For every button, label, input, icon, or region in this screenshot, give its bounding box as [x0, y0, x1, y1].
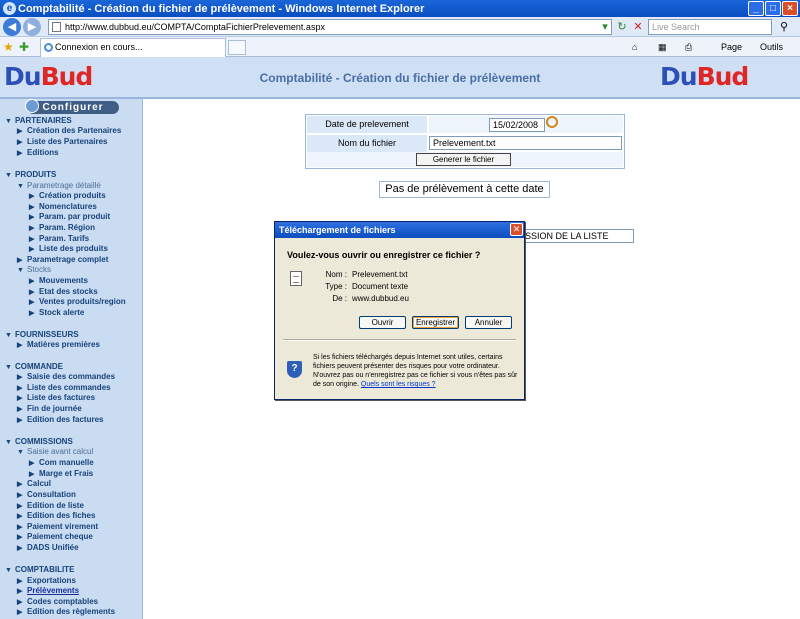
save-button[interactable]: Enregistrer [412, 316, 459, 329]
tab-bar: ★ ✚ Connexion en cours... ⌂ ▦ ⎙ Page Out… [0, 37, 800, 57]
risks-link[interactable]: Quels sont les risques ? [361, 381, 436, 388]
sidebar-section-comptabilite[interactable]: ▼ COMPTABILITE [5, 565, 74, 576]
page-menu[interactable]: Page [721, 40, 742, 54]
type-value: Document texte [352, 282, 409, 291]
sidebar-menu: Configurer ▼ PARTENAIRES ▶ Création des Pa… [0, 99, 143, 619]
dropdown-arrow-icon[interactable]: ▾ [598, 20, 612, 34]
sidebar-item[interactable]: ▶ Liste des factures [17, 393, 95, 404]
from-key: De : [332, 294, 347, 303]
sidebar-item[interactable]: ▶ Stock alerte [29, 308, 84, 319]
url-text: http://www.dubbud.eu/COMPTA/ComptaFichie… [65, 22, 325, 32]
dialog-question: Voulez-vous ouvrir ou enregistrer ce fic… [287, 250, 481, 260]
sidebar-item[interactable]: ▶ Editions [17, 148, 59, 159]
add-favorites-icon[interactable]: ✚ [19, 40, 29, 54]
sidebar-item[interactable]: ▶ Edition des factures [17, 415, 103, 426]
search-date-icon[interactable] [546, 116, 558, 128]
back-button[interactable]: ◀ [3, 18, 21, 36]
page-banner: DuBud Comptabilité - Création du fichier… [0, 57, 800, 99]
sidebar-item[interactable]: ▶ Matières premières [17, 340, 100, 351]
sidebar-item[interactable]: ▶ Fin de journée [17, 404, 82, 415]
tab-label: Connexion en cours... [55, 42, 143, 52]
forward-button[interactable]: ▶ [23, 18, 41, 36]
maximize-button[interactable]: □ [765, 1, 781, 16]
sidebar-group[interactable]: ▼ Saisie avant calcul [17, 447, 93, 458]
shield-icon: ? [287, 361, 302, 378]
sidebar-item[interactable]: ▶ Mouvements [29, 276, 88, 287]
sidebar-item[interactable]: ▶ Ventes produits/region [29, 297, 126, 308]
stop-icon[interactable]: ✕ [631, 20, 645, 34]
dubbud-logo-left: DuBud [4, 62, 93, 91]
tools-menu[interactable]: Outils [760, 40, 783, 54]
url-input[interactable]: http://www.dubbud.eu/COMPTA/ComptaFichie… [48, 19, 612, 35]
window-titlebar: e Comptabilité - Création du fichier de … [0, 0, 800, 17]
sidebar-item[interactable]: ▶ Edition des règlements [17, 607, 115, 618]
print-list-button[interactable]: SSION DE LA LISTE [519, 229, 634, 243]
cancel-button[interactable]: Annuler [465, 316, 512, 329]
configure-button[interactable]: Configurer [25, 99, 119, 114]
filename-label: Nom du fichier [307, 135, 427, 152]
dialog-close-button[interactable]: ✕ [510, 223, 523, 236]
open-button[interactable]: Ouvrir [359, 316, 406, 329]
tab-current[interactable]: Connexion en cours... [40, 38, 226, 57]
sidebar-section-produits[interactable]: ▼ PRODUITS [5, 170, 56, 181]
dialog-title: Téléchargement de fichiers [275, 222, 524, 238]
dubbud-logo-right: DuBud [660, 62, 749, 91]
text-file-icon [290, 271, 302, 286]
ie-logo-icon: e [3, 2, 16, 15]
sidebar-item[interactable]: ▶ Com manuelle [29, 458, 94, 469]
page-icon [52, 22, 61, 32]
date-label: Date de prelevement [307, 116, 427, 133]
minimize-button[interactable]: _ [748, 1, 764, 16]
sidebar-item[interactable]: ▶ Param. par produit [29, 212, 110, 223]
sidebar-item[interactable]: ▶ Création des Partenaires [17, 126, 121, 137]
favorites-star-icon[interactable]: ★ [3, 40, 14, 54]
sidebar-group[interactable]: ▼ Stocks [17, 265, 51, 276]
security-warning: Si les fichiers téléchargés depuis Inter… [313, 354, 518, 388]
loading-icon [44, 43, 53, 52]
search-input[interactable]: Live Search [648, 19, 772, 35]
new-tab-button[interactable] [228, 40, 246, 55]
search-icon[interactable]: ⚲ [775, 19, 793, 35]
filename-field[interactable]: Prelevement.txt [429, 136, 622, 150]
from-value: www.dubbud.eu [352, 294, 409, 303]
close-window-button[interactable]: × [782, 1, 798, 16]
generate-file-button[interactable]: Generer le fichier [416, 153, 511, 166]
sidebar-item[interactable]: ▶ Edition des fiches [17, 511, 95, 522]
sidebar-item[interactable]: ▶ Calcul [17, 479, 51, 490]
sidebar-item[interactable]: ▶ Consultation [17, 490, 76, 501]
home-icon[interactable]: ⌂ [632, 40, 637, 54]
window-title: Comptabilité - Création du fichier de pr… [18, 2, 425, 15]
page-title: Comptabilité - Création du fichier de pr… [259, 71, 541, 85]
sidebar-item[interactable]: ▶ Paiement cheque [17, 532, 93, 543]
no-result-message: Pas de prélèvement à cette date [379, 181, 550, 198]
download-dialog: Téléchargement de fichiers ✕ Voulez-vous… [274, 221, 525, 400]
sidebar-item[interactable]: ▶ Création produits [29, 191, 106, 202]
address-bar: ◀ ▶ http://www.dubbud.eu/COMPTA/ComptaFi… [0, 17, 800, 37]
feeds-icon[interactable]: ▦ [658, 40, 667, 54]
sidebar-item[interactable]: ▶ Param. Région [29, 223, 95, 234]
date-field[interactable]: 15/02/2008 [489, 118, 545, 132]
sidebar-item[interactable]: ▶ Liste des Partenaires [17, 137, 107, 148]
name-value: Prelevement.txt [352, 270, 408, 279]
name-key: Nom : [325, 270, 347, 279]
refresh-icon[interactable]: ↻ [615, 20, 629, 34]
print-icon[interactable]: ⎙ [685, 40, 692, 54]
sidebar-item[interactable]: ▶ DADS Unifiée [17, 543, 79, 554]
type-key: Type : [325, 282, 347, 291]
sidebar-item[interactable]: ▶ Saisie des commandes [17, 372, 115, 383]
sidebar-item[interactable]: ▶ Liste des produits [29, 244, 108, 255]
dialog-divider [283, 339, 516, 341]
gear-icon [25, 99, 39, 113]
sidebar-item-prelevements[interactable]: ▶ Prélèvements [17, 586, 79, 597]
